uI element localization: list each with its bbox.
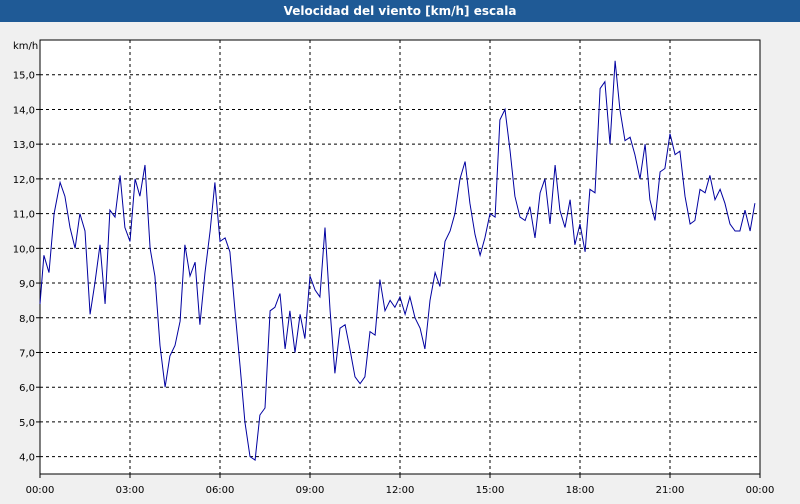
x-tick-time-label: 03:00 bbox=[116, 485, 145, 496]
y-tick-label: 14,0 bbox=[13, 105, 35, 116]
y-tick-label: 12,0 bbox=[13, 175, 35, 186]
x-tick-time-label: 21:00 bbox=[656, 485, 685, 496]
y-tick-label: 15,0 bbox=[13, 71, 35, 82]
wind-speed-chart: 4,0 5,0 6,0 7,0 8,0 9,0 10,0 11,0 12,0 13,0 14,0 15… bbox=[0, 22, 800, 504]
x-tick-time-label: 15:00 bbox=[476, 485, 505, 496]
y-tick-label: 9,0 bbox=[19, 279, 35, 290]
y-tick-label: 13,0 bbox=[13, 140, 35, 151]
x-tick-time-label: 00:00 bbox=[26, 485, 55, 496]
x-tick-time-label: 06:00 bbox=[206, 485, 235, 496]
y-tick-label: 11,0 bbox=[13, 210, 35, 221]
x-tick-time-label: 00:00 bbox=[746, 485, 775, 496]
y-tick-label: 10,0 bbox=[13, 244, 35, 255]
y-tick-label: 5,0 bbox=[19, 418, 35, 429]
y-axis-label: km/h bbox=[13, 41, 38, 52]
x-tick-time-label: 09:00 bbox=[296, 485, 325, 496]
y-tick-label: 7,0 bbox=[19, 348, 35, 359]
y-tick-label: 8,0 bbox=[19, 314, 35, 325]
y-tick-label: 4,0 bbox=[19, 453, 35, 464]
y-tick-label: 6,0 bbox=[19, 383, 35, 394]
x-tick-time-label: 18:00 bbox=[566, 485, 595, 496]
chart-title: Velocidad del viento [km/h] escala bbox=[0, 0, 800, 22]
x-tick-time-label: 12:00 bbox=[386, 485, 415, 496]
chart-area: 4,0 5,0 6,0 7,0 8,0 9,0 10,0 11,0 12,0 13,0 14,0 15… bbox=[0, 22, 800, 504]
